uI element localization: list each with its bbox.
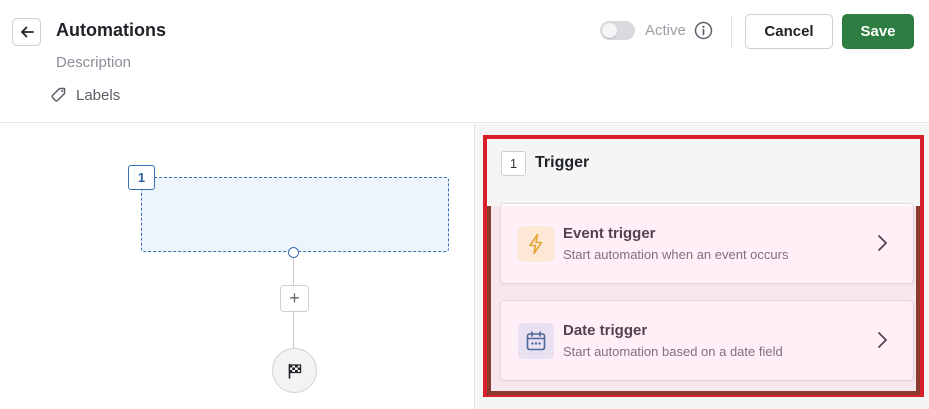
back-button[interactable] [12,18,41,46]
event-trigger-icon-wrap [518,226,554,262]
chevron-right-icon [875,330,889,350]
workflow-canvas[interactable]: 1 + [0,124,474,409]
step-number-badge: 1 [128,165,155,190]
calendar-icon [526,331,546,351]
trigger-step-number: 1 [501,151,526,176]
date-trigger-option[interactable]: Date trigger Start automation based on a… [500,300,914,381]
lightning-bolt-icon [529,233,543,255]
info-icon[interactable] [694,21,713,40]
connection-dot[interactable] [288,247,299,258]
labels-button[interactable]: Labels [50,86,120,104]
date-trigger-subtitle: Start automation based on a date field [563,344,783,359]
header: Automations Description Labels Active Ca… [0,0,929,123]
event-trigger-option[interactable]: Event trigger Start automation when an e… [500,203,914,284]
finish-node [272,348,317,393]
checkered-flag-icon [288,363,301,379]
header-divider [731,17,732,47]
labels-label: Labels [76,86,121,104]
active-toggle[interactable] [600,21,635,40]
active-toggle-group: Active [600,21,713,40]
active-label: Active [645,22,686,39]
event-trigger-subtitle: Start automation when an event occurs [563,247,789,262]
chevron-right-icon [875,233,889,253]
tag-icon [51,87,66,102]
trigger-panel-title: Trigger [535,154,590,171]
add-step-button[interactable]: + [280,285,309,312]
save-button[interactable]: Save [842,14,914,49]
date-trigger-icon-wrap [518,323,554,359]
arrow-left-icon [20,26,34,38]
description-field[interactable]: Description [56,54,131,71]
connector-line [293,258,294,285]
cancel-button[interactable]: Cancel [745,14,833,49]
connector-line [293,312,294,348]
event-trigger-title: Event trigger [563,225,656,242]
page-title: Automations [56,20,166,40]
date-trigger-title: Date trigger [563,322,648,339]
trigger-step-placeholder[interactable] [141,177,449,252]
